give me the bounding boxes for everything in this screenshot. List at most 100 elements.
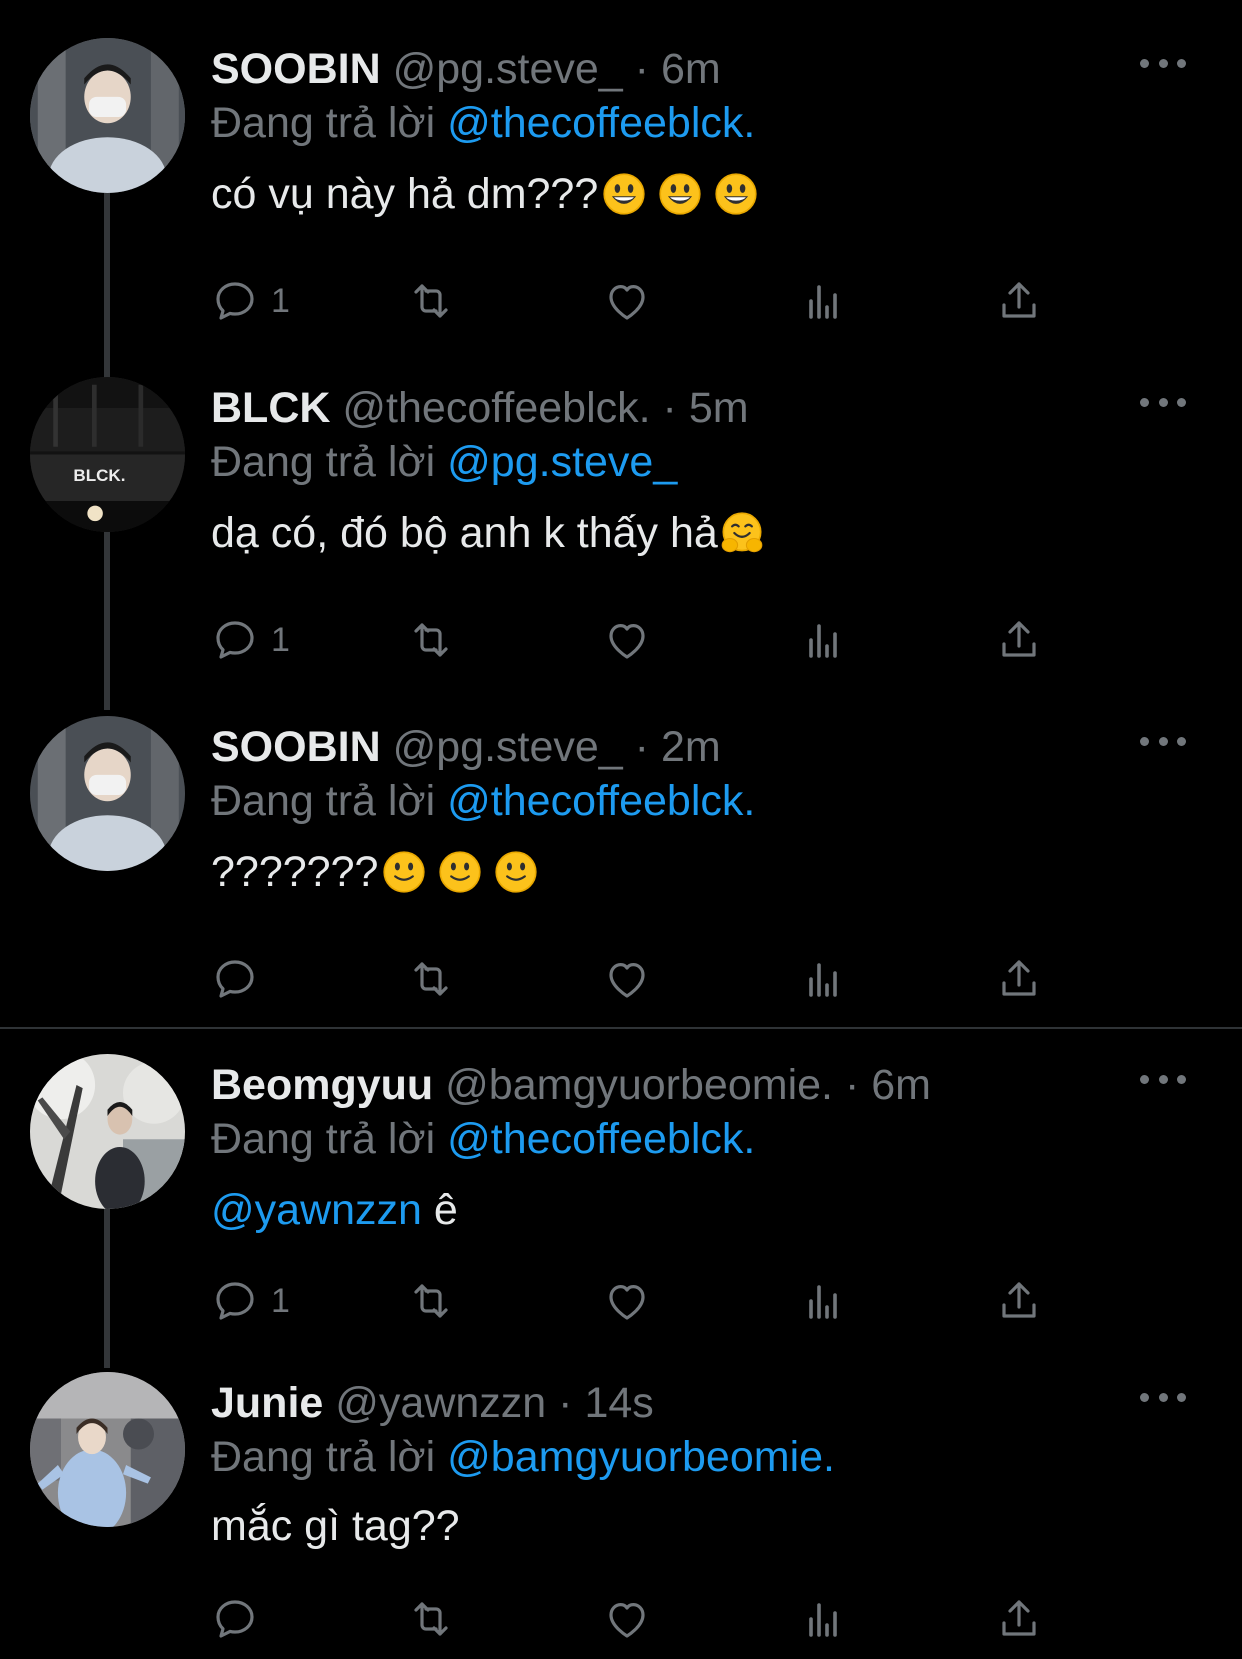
replying-to: Đang trả lời @thecoffeeblck.	[211, 1112, 755, 1166]
avatar[interactable]	[30, 1372, 185, 1527]
tweet-mention-link[interactable]: @yawnzzn	[211, 1186, 422, 1234]
user-handle[interactable]: @thecoffeeblck.	[342, 384, 650, 432]
analytics-button[interactable]	[799, 1594, 847, 1644]
analytics-button[interactable]	[799, 954, 847, 1004]
reply-mention-link[interactable]: @bamgyuorbeomie.	[447, 1433, 835, 1481]
tweet-header: Junie @yawnzzn · 14s	[211, 1376, 654, 1430]
tweet-text: mắc gì tag??	[211, 1498, 460, 1554]
share-button[interactable]	[995, 1276, 1043, 1326]
like-button[interactable]	[603, 954, 651, 1004]
timestamp[interactable]: 5m	[689, 384, 749, 432]
display-name[interactable]: SOOBIN	[211, 45, 381, 93]
replying-to-label: Đang trả lời	[211, 99, 436, 147]
like-button[interactable]	[603, 1594, 651, 1644]
more-options-button[interactable]	[1140, 48, 1186, 78]
tweet-text: có vụ này hả dm???	[211, 166, 758, 222]
reply-icon	[216, 1282, 254, 1320]
replying-to: Đang trả lời @thecoffeeblck.	[211, 774, 755, 828]
replying-to-label: Đang trả lời	[211, 1115, 436, 1163]
tweet-actions: 1	[211, 615, 1091, 665]
retweet-button[interactable]	[407, 276, 455, 326]
share-icon	[1002, 282, 1036, 318]
tweet-actions	[211, 1594, 1091, 1644]
separator-dot: ·	[634, 723, 649, 771]
user-handle[interactable]: @pg.steve_	[393, 45, 623, 93]
retweet-button[interactable]	[407, 1594, 455, 1644]
reply-button[interactable]	[211, 954, 271, 1004]
display-name[interactable]: BLCK	[211, 384, 330, 432]
avatar[interactable]	[30, 1054, 185, 1209]
like-button[interactable]	[603, 276, 651, 326]
hugging-face-emoji	[720, 511, 764, 555]
heart-icon	[609, 1285, 645, 1320]
avatar[interactable]	[30, 716, 185, 871]
heart-icon	[609, 285, 645, 320]
analytics-icon	[809, 624, 837, 658]
avatar-photo	[30, 38, 185, 193]
retweet-button[interactable]	[407, 1276, 455, 1326]
user-handle[interactable]: @pg.steve_	[393, 723, 623, 771]
share-button[interactable]	[995, 954, 1043, 1004]
avatar[interactable]: BLCK.	[30, 377, 185, 532]
display-name[interactable]: Beomgyuu	[211, 1061, 433, 1109]
reply-icon	[216, 1600, 254, 1638]
analytics-button[interactable]	[799, 615, 847, 665]
analytics-button[interactable]	[799, 1276, 847, 1326]
reply-mention-link[interactable]: @thecoffeeblck.	[447, 1115, 755, 1163]
tweet-text: ???????	[211, 844, 538, 900]
analytics-button[interactable]	[799, 276, 847, 326]
separator-dot: ·	[558, 1379, 573, 1427]
display-name[interactable]: Junie	[211, 1379, 323, 1427]
reply-icon	[216, 621, 254, 659]
more-options-button[interactable]	[1140, 726, 1186, 756]
reply-mention-link[interactable]: @thecoffeeblck.	[447, 99, 755, 147]
tweet[interactable]: SOOBIN @pg.steve_ · 6m Đang trả lời @the…	[0, 38, 1242, 338]
user-handle[interactable]: @yawnzzn	[335, 1379, 546, 1427]
tweet-actions: 1	[211, 1276, 1091, 1326]
tweet[interactable]: Junie @yawnzzn · 14s Đang trả lời @bamgy…	[0, 1372, 1242, 1659]
like-button[interactable]	[603, 1276, 651, 1326]
reply-count: 1	[271, 1281, 290, 1320]
user-handle[interactable]: @bamgyuorbeomie.	[445, 1061, 833, 1109]
analytics-icon	[809, 1603, 837, 1637]
timestamp[interactable]: 14s	[584, 1379, 653, 1427]
separator-dot: ·	[662, 384, 677, 432]
avatar[interactable]	[30, 38, 185, 193]
separator-dot: ·	[844, 1061, 860, 1109]
reply-button[interactable]: 1	[211, 1276, 290, 1326]
reply-mention-link[interactable]: @thecoffeeblck.	[447, 777, 755, 825]
conversation-divider	[0, 1027, 1242, 1029]
timestamp[interactable]: 6m	[871, 1061, 931, 1109]
tweet[interactable]: Beomgyuu @bamgyuorbeomie. · 6m Đang trả …	[0, 1054, 1242, 1354]
reply-button[interactable]	[211, 1594, 271, 1644]
timestamp[interactable]: 6m	[661, 45, 721, 93]
reply-button[interactable]: 1	[211, 276, 290, 326]
display-name[interactable]: SOOBIN	[211, 723, 381, 771]
reply-mention-link[interactable]: @pg.steve_	[447, 438, 677, 486]
retweet-button[interactable]	[407, 615, 455, 665]
more-options-button[interactable]	[1140, 387, 1186, 417]
more-options-button[interactable]	[1140, 1064, 1186, 1094]
tweet[interactable]: BLCK. BLCK @thecoffeeblck. · 5m Đang trả…	[0, 377, 1242, 677]
more-options-button[interactable]	[1140, 1382, 1186, 1412]
tweet[interactable]: SOOBIN @pg.steve_ · 2m Đang trả lời @the…	[0, 716, 1242, 1016]
avatar-photo: BLCK.	[30, 377, 185, 532]
reply-button[interactable]: 1	[211, 615, 290, 665]
share-icon	[1002, 621, 1036, 657]
retweet-icon	[414, 284, 448, 318]
share-button[interactable]	[995, 276, 1043, 326]
slightly-smiling-face-emoji	[438, 850, 482, 894]
heart-icon	[609, 963, 645, 998]
timestamp[interactable]: 2m	[661, 723, 721, 771]
share-button[interactable]	[995, 1594, 1043, 1644]
share-button[interactable]	[995, 615, 1043, 665]
reply-count: 1	[271, 620, 290, 659]
retweet-button[interactable]	[407, 954, 455, 1004]
replying-to: Đang trả lời @bamgyuorbeomie.	[211, 1430, 835, 1484]
tweet-actions	[211, 954, 1091, 1004]
avatar-sign-text: BLCK.	[73, 466, 125, 485]
retweet-icon	[414, 1284, 448, 1318]
like-button[interactable]	[603, 615, 651, 665]
reply-icon	[216, 282, 254, 320]
slightly-smiling-face-emoji	[494, 850, 538, 894]
